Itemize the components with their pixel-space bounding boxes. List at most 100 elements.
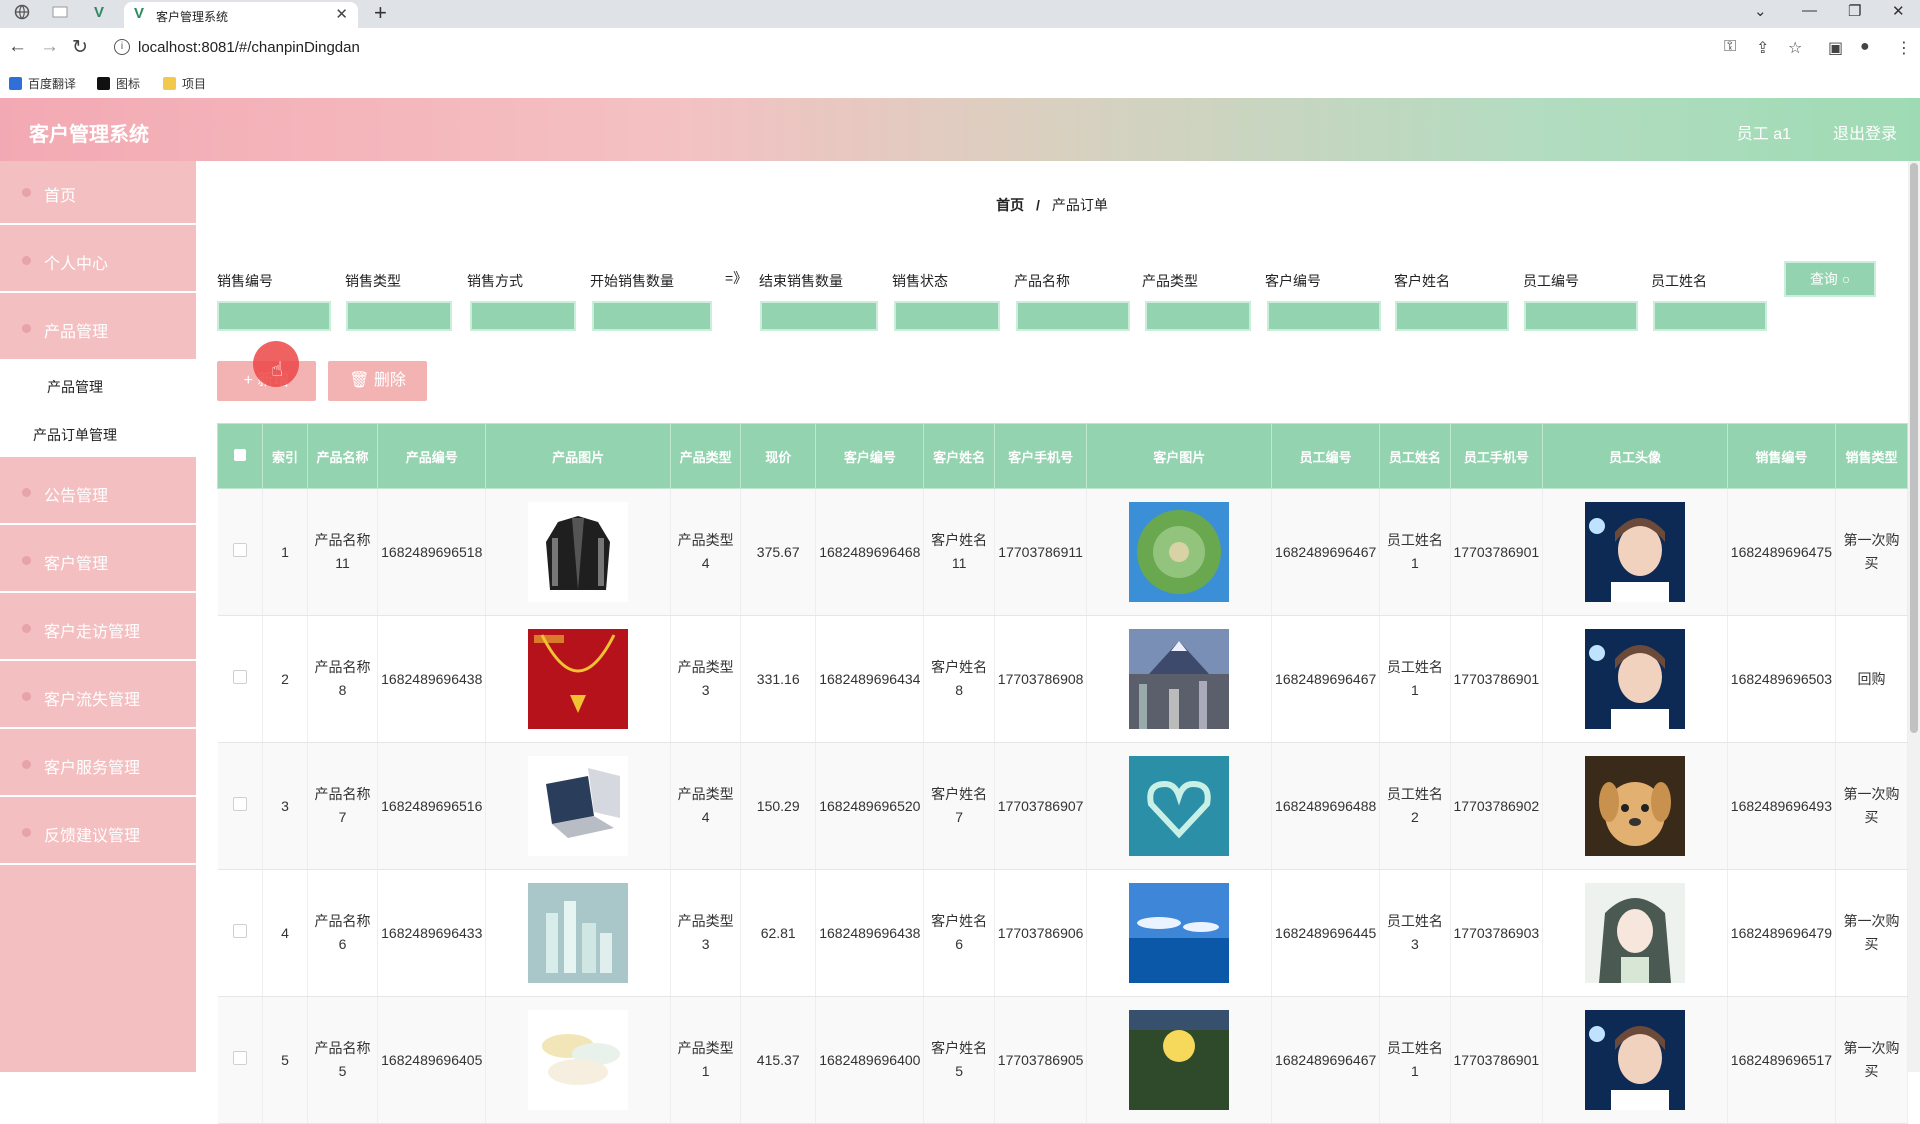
row-checkbox[interactable] bbox=[217, 869, 264, 997]
necklace-image[interactable] bbox=[528, 629, 629, 729]
bookmark-translate[interactable]: 百度翻译 bbox=[9, 75, 76, 92]
breadcrumb-home[interactable]: 首页 bbox=[996, 197, 1024, 213]
cell-staff-phone: 17703786901 bbox=[1450, 615, 1544, 743]
cell-customer-phone: 17703786908 bbox=[994, 615, 1088, 743]
customer-name-input[interactable] bbox=[1395, 301, 1509, 331]
laptop-image[interactable] bbox=[528, 756, 629, 856]
folder-icon bbox=[163, 77, 176, 90]
translate-icon bbox=[9, 77, 22, 90]
vue-icon[interactable]: V bbox=[94, 4, 112, 24]
sidebar-item-products[interactable]: 产品管理 bbox=[0, 297, 196, 361]
globe-icon[interactable] bbox=[14, 4, 32, 24]
row-checkbox[interactable] bbox=[217, 996, 264, 1124]
bookmark-project[interactable]: 项目 bbox=[163, 75, 206, 92]
bookmark-label: 百度翻译 bbox=[28, 77, 77, 91]
table-row[interactable]: 2 产品名称8 1682489696438 产品类型3 331.16 16824… bbox=[217, 615, 1908, 743]
sidebar-item-announcements[interactable]: 公告管理 bbox=[0, 461, 196, 525]
new-tab-icon[interactable]: + bbox=[374, 0, 387, 26]
home-icon bbox=[22, 188, 31, 197]
jacket-image[interactable] bbox=[528, 502, 629, 602]
bowls-image[interactable] bbox=[528, 1010, 629, 1110]
col-index: 索引 bbox=[262, 423, 308, 489]
cell-index: 1 bbox=[262, 488, 308, 616]
forward-icon[interactable]: → bbox=[40, 36, 59, 58]
table-row[interactable]: 3 产品名称7 1682489696516 产品类型4 150.29 16824… bbox=[217, 742, 1908, 870]
table-row[interactable]: 4 产品名称6 1682489696433 产品类型3 62.81 168248… bbox=[217, 869, 1908, 997]
staff-no-input[interactable] bbox=[1524, 301, 1638, 331]
anime-girl-avatar-image[interactable] bbox=[1584, 883, 1685, 983]
product-type-select[interactable] bbox=[1145, 301, 1251, 331]
cell-price: 415.37 bbox=[740, 996, 817, 1124]
minimize-icon[interactable]: — bbox=[1802, 2, 1817, 19]
cell-customer-no: 1682489696468 bbox=[815, 488, 925, 616]
cell-staff-phone: 17703786901 bbox=[1450, 488, 1544, 616]
restore-icon[interactable]: ❐ bbox=[1848, 2, 1861, 20]
url-field[interactable]: i localhost:8081/#/chanpinDingdan bbox=[106, 33, 1706, 63]
start-qty-input[interactable] bbox=[592, 301, 712, 331]
staff-avatar-image[interactable] bbox=[1584, 502, 1685, 602]
delete-button[interactable]: 🗑 删除 bbox=[328, 361, 427, 401]
scrollbar-thumb[interactable] bbox=[1910, 163, 1918, 733]
puppy-avatar-image[interactable] bbox=[1584, 756, 1685, 856]
sunset-landscape-image[interactable] bbox=[1129, 1010, 1230, 1110]
back-icon[interactable]: ← bbox=[8, 36, 27, 58]
active-tab[interactable]: V 客户管理系统 ✕ bbox=[124, 2, 358, 28]
end-qty-input[interactable] bbox=[760, 301, 878, 331]
close-window-icon[interactable]: ✕ bbox=[1892, 2, 1905, 20]
orders-table: 索引 产品名称 产品编号 产品图片 产品类型 现价 客户编号 客户姓名 客户手机… bbox=[216, 423, 1908, 1124]
cell-product-type: 产品类型4 bbox=[670, 742, 742, 870]
sidebar-item-visits[interactable]: 客户走访管理 bbox=[0, 597, 196, 661]
sale-method-select[interactable] bbox=[470, 301, 576, 331]
star-icon[interactable]: ☆ bbox=[1788, 38, 1802, 58]
reload-icon[interactable]: ↻ bbox=[72, 36, 88, 59]
planet-landscape-image[interactable] bbox=[1129, 502, 1230, 602]
row-checkbox[interactable] bbox=[217, 615, 264, 743]
product-name-input[interactable] bbox=[1016, 301, 1130, 331]
share-icon[interactable]: ⇪ bbox=[1756, 38, 1769, 58]
cell-product-name: 产品名称6 bbox=[307, 869, 379, 997]
cosmetics-image[interactable] bbox=[528, 883, 629, 983]
cell-sale-no: 1682489696479 bbox=[1727, 869, 1837, 997]
box-icon bbox=[22, 324, 31, 333]
submenu-product-orders[interactable]: 产品订单管理 bbox=[0, 409, 196, 457]
sidebar-item-service[interactable]: 客户服务管理 bbox=[0, 733, 196, 797]
cell-customer-phone: 17703786907 bbox=[994, 742, 1088, 870]
sale-no-input[interactable] bbox=[217, 301, 331, 331]
table-row[interactable]: 5 产品名称5 1682489696405 产品类型1 415.37 16824… bbox=[217, 996, 1908, 1124]
staff-avatar-image[interactable] bbox=[1584, 629, 1685, 729]
city-mountain-image[interactable] bbox=[1129, 629, 1230, 729]
sidebar-item-home[interactable]: 首页 bbox=[0, 161, 196, 225]
key-icon[interactable]: ⚿ bbox=[1724, 38, 1736, 56]
ocean-sky-image[interactable] bbox=[1129, 883, 1230, 983]
staff-name-input[interactable] bbox=[1653, 301, 1767, 331]
logout-link[interactable]: 退出登录 bbox=[1833, 120, 1897, 144]
sidebar-item-churn[interactable]: 客户流失管理 bbox=[0, 665, 196, 729]
menu-icon[interactable]: ⋮ bbox=[1896, 38, 1912, 58]
query-button[interactable]: 查询 ○ bbox=[1784, 261, 1876, 297]
submenu-product-management[interactable]: 产品管理 bbox=[0, 361, 196, 409]
info-icon[interactable]: i bbox=[114, 39, 130, 55]
heart-island-image[interactable] bbox=[1129, 756, 1230, 856]
profile-icon[interactable]: ● bbox=[1860, 38, 1870, 56]
col-staff-no: 员工编号 bbox=[1271, 423, 1381, 489]
chevron-down-icon[interactable]: ⌄ bbox=[1754, 2, 1767, 20]
address-bar: ← → ↻ i localhost:8081/#/chanpinDingdan … bbox=[0, 28, 1920, 68]
select-all-checkbox[interactable] bbox=[216, 423, 264, 489]
bookmark-icons[interactable]: 图标 bbox=[97, 75, 140, 92]
close-tab-icon[interactable]: ✕ bbox=[335, 5, 348, 23]
customer-no-input[interactable] bbox=[1267, 301, 1381, 331]
filter-label-staff-no: 员工编号 bbox=[1523, 273, 1579, 289]
cell-staff-no: 1682489696467 bbox=[1271, 615, 1381, 743]
sidepanel-icon[interactable]: ▣ bbox=[1828, 38, 1843, 58]
url-text[interactable]: localhost:8081/#/chanpinDingdan bbox=[138, 39, 360, 56]
sale-type-select[interactable] bbox=[346, 301, 452, 331]
row-checkbox[interactable] bbox=[217, 488, 264, 616]
page-icon[interactable] bbox=[52, 4, 70, 24]
sidebar-item-profile[interactable]: 个人中心 bbox=[0, 229, 196, 293]
staff-avatar-image[interactable] bbox=[1584, 1010, 1685, 1110]
row-checkbox[interactable] bbox=[217, 742, 264, 870]
sidebar-item-feedback[interactable]: 反馈建议管理 bbox=[0, 801, 196, 865]
sale-status-select[interactable] bbox=[894, 301, 1000, 331]
sidebar-item-customers[interactable]: 客户管理 bbox=[0, 529, 196, 593]
table-row[interactable]: 1 产品名称11 1682489696518 产品类型4 375.67 1682… bbox=[217, 488, 1908, 616]
